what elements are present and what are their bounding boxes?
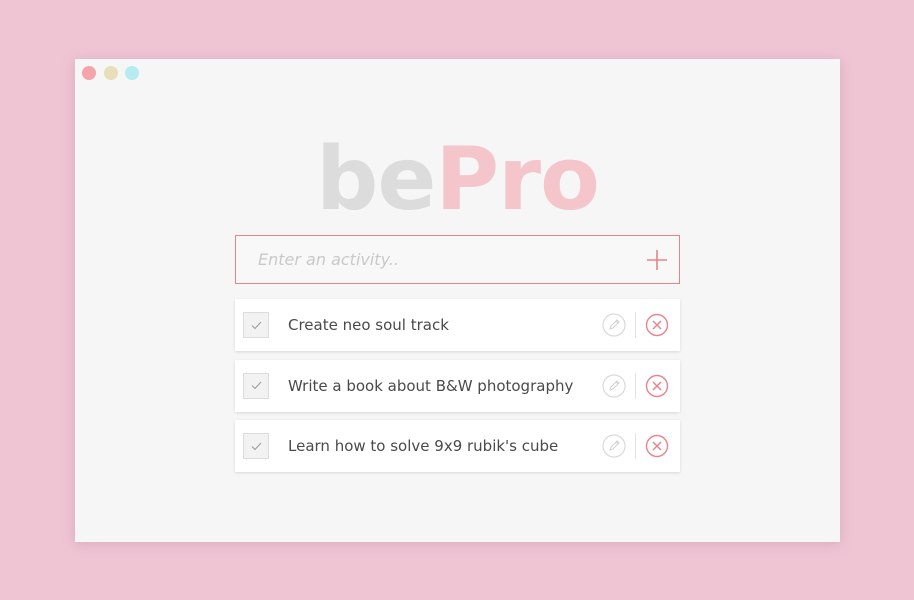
- window-close-button[interactable]: [82, 66, 96, 80]
- complete-checkbox[interactable]: [243, 312, 269, 338]
- pencil-icon: [602, 313, 626, 337]
- task-actions: [602, 312, 669, 338]
- window-controls: [82, 66, 147, 80]
- edit-task-button[interactable]: [602, 373, 626, 398]
- activity-input[interactable]: [236, 236, 635, 283]
- check-icon: [251, 321, 261, 329]
- pencil-icon: [602, 373, 626, 398]
- check-icon: [251, 381, 261, 390]
- task-text: Create neo soul track: [288, 316, 449, 334]
- window-minimize-button[interactable]: [103, 66, 118, 80]
- delete-task-button[interactable]: [645, 313, 669, 337]
- close-circle-icon: [645, 374, 669, 397]
- complete-checkbox[interactable]: [243, 372, 269, 399]
- action-divider: [635, 312, 636, 338]
- action-divider: [635, 433, 636, 459]
- activity-entry: [235, 235, 680, 284]
- task-text: Learn how to solve 9x9 rubik's cube: [288, 437, 559, 455]
- pencil-icon: [602, 434, 626, 458]
- close-circle-icon: [645, 434, 669, 458]
- logo-part-be: be: [316, 128, 436, 230]
- task-list: Create neo soul track Write a book about…: [235, 299, 680, 481]
- edit-task-button[interactable]: [602, 313, 626, 337]
- delete-task-button[interactable]: [645, 434, 669, 458]
- action-divider: [635, 372, 636, 399]
- window-maximize-button[interactable]: [125, 66, 139, 80]
- list-item: Write a book about B&W photography: [235, 359, 680, 412]
- task-actions: [602, 372, 669, 399]
- list-item: Create neo soul track: [235, 299, 680, 351]
- task-text: Write a book about B&W photography: [288, 376, 574, 395]
- edit-task-button[interactable]: [602, 434, 626, 458]
- logo-part-pro: Pro: [435, 128, 599, 230]
- plus-icon: [647, 249, 667, 270]
- delete-task-button[interactable]: [645, 374, 669, 398]
- list-item: Learn how to solve 9x9 rubik's cube: [235, 420, 680, 472]
- add-activity-button[interactable]: [635, 237, 679, 283]
- app-logo: bePro: [75, 129, 840, 229]
- app-window: bePro Create neo soul track: [75, 59, 840, 542]
- complete-checkbox[interactable]: [243, 433, 269, 459]
- check-icon: [251, 442, 261, 450]
- close-circle-icon: [645, 313, 669, 337]
- task-actions: [602, 433, 669, 459]
